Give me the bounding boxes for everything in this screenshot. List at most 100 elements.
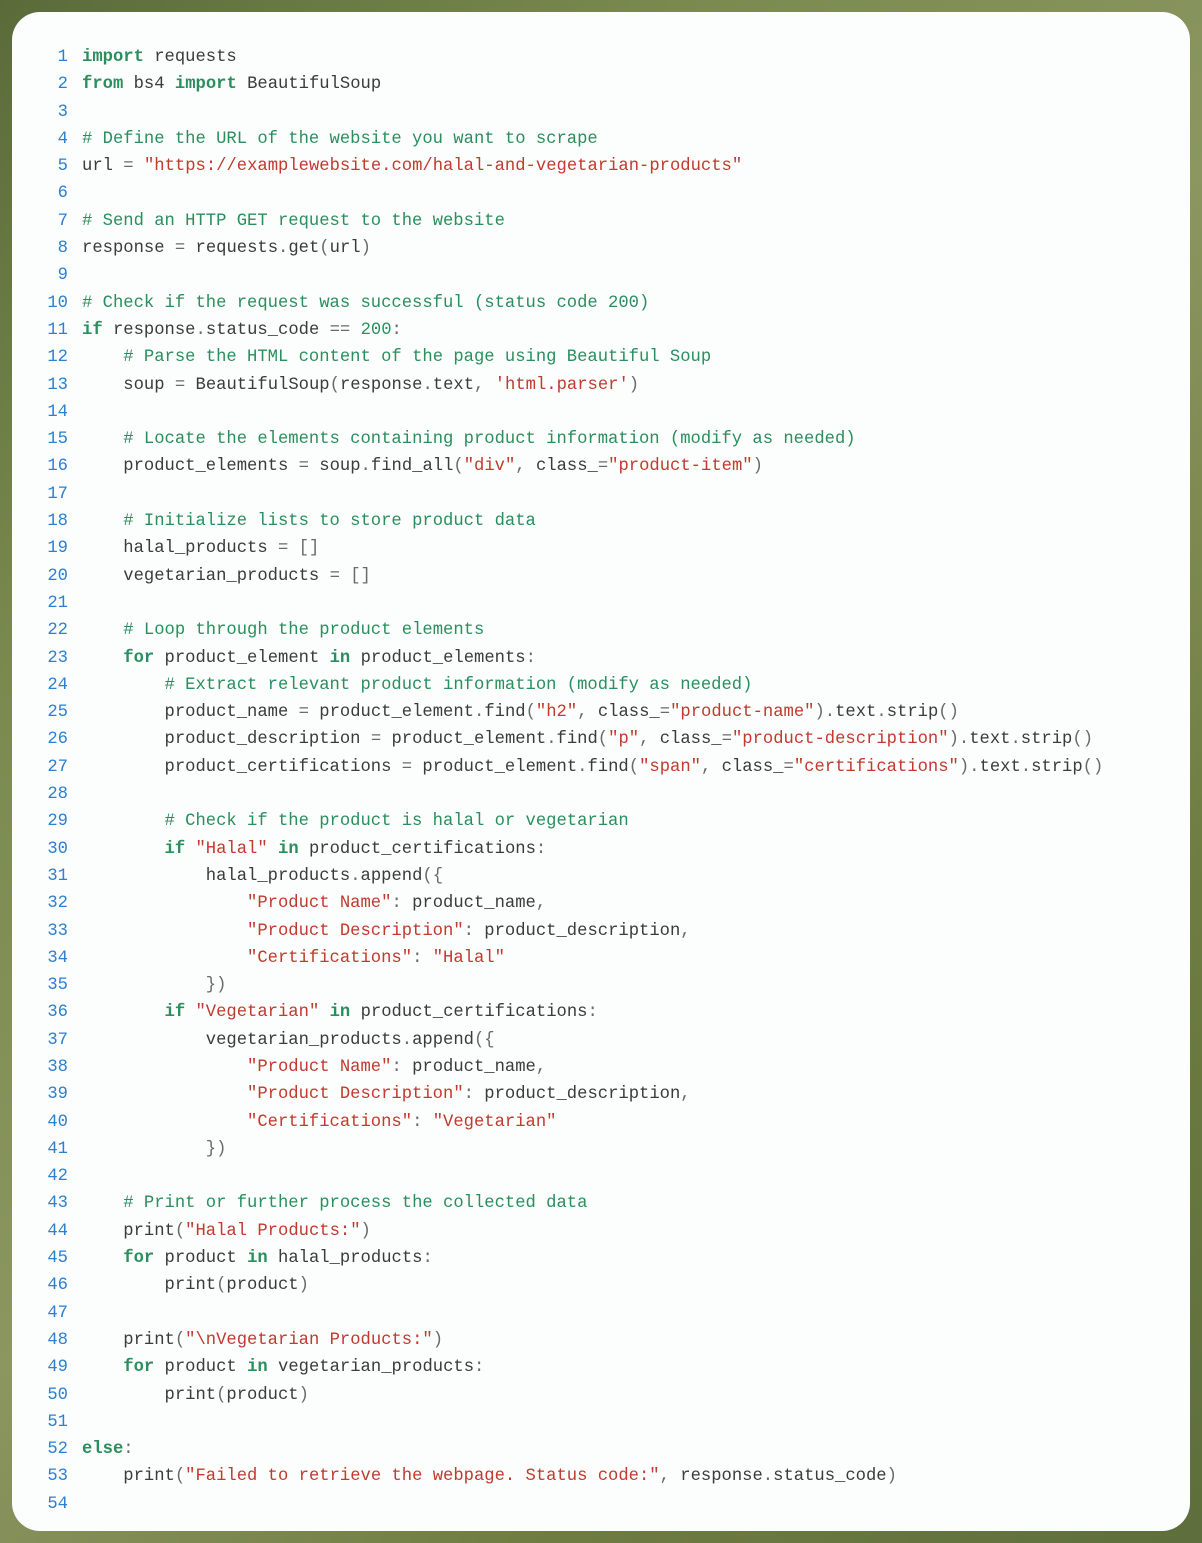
token-sp	[185, 376, 195, 395]
token-sp	[288, 539, 298, 558]
token-id: class_	[722, 758, 784, 777]
code-line: # Extract relevant product information (…	[82, 672, 1170, 699]
code-line: soup = BeautifulSoup(response.text, 'htm…	[82, 372, 1170, 399]
token-id: product	[226, 1276, 298, 1295]
token-sp	[422, 1113, 432, 1132]
token-cm: # Send an HTTP GET request to the websit…	[82, 212, 505, 231]
code-line: halal_products.append({	[82, 863, 1170, 890]
token-op: (	[526, 703, 536, 722]
token-op: ,	[577, 703, 587, 722]
code-line: # Send an HTTP GET request to the websit…	[82, 208, 1170, 235]
token-id: strip	[1031, 758, 1083, 777]
line-number: 27	[20, 754, 68, 781]
token-op: :	[464, 1085, 474, 1104]
line-number: 40	[20, 1109, 68, 1136]
token-fn: print	[123, 1467, 175, 1486]
token-op: })	[206, 976, 227, 995]
token-sp	[670, 1467, 680, 1486]
token-sp	[340, 567, 350, 586]
line-number: 28	[20, 781, 68, 808]
line-number: 52	[20, 1436, 68, 1463]
token-cm: # Check if the product is halal or veget…	[165, 812, 629, 831]
token-op: (	[175, 1467, 185, 1486]
line-number: 9	[20, 262, 68, 289]
token-id: find	[557, 730, 598, 749]
token-op: :	[392, 321, 402, 340]
token-sp	[402, 894, 412, 913]
token-str: "Product Description"	[247, 1085, 464, 1104]
token-id: product_name	[412, 1058, 536, 1077]
token-sp	[82, 1467, 123, 1486]
token-id: text	[980, 758, 1021, 777]
token-sp	[412, 758, 422, 777]
token-id: requests	[154, 48, 237, 67]
token-fn: print	[123, 1222, 175, 1241]
token-id: product_description	[484, 922, 680, 941]
token-id: response	[340, 376, 423, 395]
token-kw: if	[165, 1003, 186, 1022]
token-op: .	[195, 321, 205, 340]
token-fn: print	[165, 1386, 217, 1405]
code-line: vegetarian_products.append({	[82, 1027, 1170, 1054]
line-number: 3	[20, 99, 68, 126]
token-op: })	[206, 1140, 227, 1159]
line-number: 17	[20, 481, 68, 508]
token-sp	[381, 730, 391, 749]
code-line: # Check if the request was successful (s…	[82, 290, 1170, 317]
code-line: # Locate the elements containing product…	[82, 426, 1170, 453]
line-number: 36	[20, 999, 68, 1026]
token-str: "Failed to retrieve the webpage. Status …	[185, 1467, 659, 1486]
token-op: ==	[330, 321, 351, 340]
token-sp	[82, 430, 123, 449]
line-number: 11	[20, 317, 68, 344]
token-id: product_elements	[361, 649, 526, 668]
token-str: "p"	[608, 730, 639, 749]
code-line	[82, 781, 1170, 808]
code-line: else:	[82, 1436, 1170, 1463]
token-op: :	[422, 1249, 432, 1268]
token-id: product_element	[391, 730, 546, 749]
token-op: (	[216, 1386, 226, 1405]
token-sp	[474, 922, 484, 941]
token-sp	[82, 539, 123, 558]
token-op: .	[278, 239, 288, 258]
token-id: BeautifulSoup	[196, 376, 330, 395]
token-sp	[474, 1085, 484, 1104]
token-kw: in	[278, 840, 299, 859]
token-op: )	[753, 457, 763, 476]
token-str: "h2"	[536, 703, 577, 722]
code-line: "Product Description": product_descripti…	[82, 1081, 1170, 1108]
token-id: response	[82, 239, 165, 258]
line-number: 34	[20, 945, 68, 972]
token-sp	[154, 1358, 164, 1377]
token-sp	[82, 1003, 165, 1022]
token-sp	[484, 376, 494, 395]
token-id: vegetarian_products	[206, 1031, 402, 1050]
token-op: =	[123, 157, 133, 176]
token-op: .	[474, 703, 484, 722]
token-op: ,	[680, 922, 690, 941]
line-number: 54	[20, 1491, 68, 1518]
token-op: .	[577, 758, 587, 777]
token-op: :	[526, 649, 536, 668]
token-str: "Halal Products:"	[185, 1222, 360, 1241]
token-sp	[82, 1222, 123, 1241]
line-number: 2	[20, 71, 68, 98]
code-line: for product in halal_products:	[82, 1245, 1170, 1272]
token-str: "Product Name"	[247, 894, 391, 913]
code-line: "Product Name": product_name,	[82, 1054, 1170, 1081]
token-id: product_description	[165, 730, 361, 749]
token-op: )	[361, 1222, 371, 1241]
token-op: =	[175, 239, 185, 258]
code-line	[82, 99, 1170, 126]
token-sp	[319, 649, 329, 668]
token-sp	[391, 758, 401, 777]
token-op: =	[660, 703, 670, 722]
token-id: find	[484, 703, 525, 722]
token-str: "product-name"	[670, 703, 814, 722]
token-op: )	[887, 1467, 897, 1486]
token-op: :	[464, 922, 474, 941]
token-sp	[268, 539, 278, 558]
token-id: append	[412, 1031, 474, 1050]
token-op: :	[412, 949, 422, 968]
